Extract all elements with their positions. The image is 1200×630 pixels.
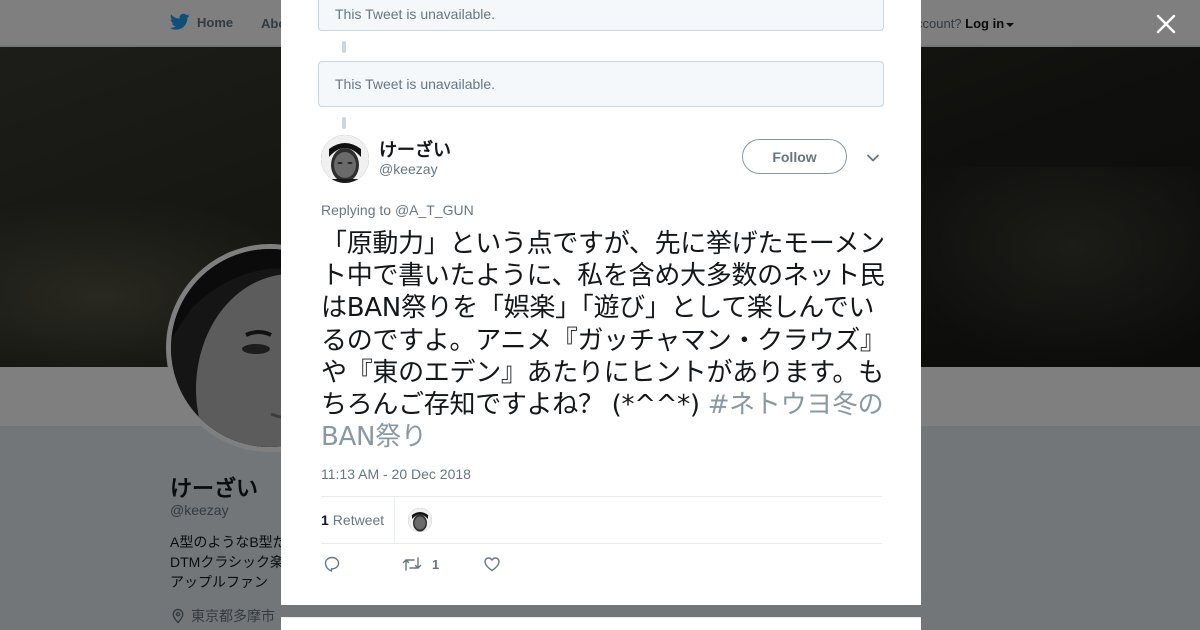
replying-mention-link[interactable]: @A_T_GUN (395, 202, 474, 218)
avatar-photo (321, 135, 369, 183)
reply-icon (324, 556, 340, 572)
close-button[interactable] (1152, 10, 1180, 38)
unavailable-text: This Tweet is unavailable. (335, 76, 496, 92)
heart-icon (484, 557, 500, 572)
retweeter-avatar[interactable] (408, 508, 432, 532)
thread-connector (342, 41, 346, 53)
reply-button[interactable] (323, 555, 341, 573)
tweet-actions: 1 (321, 555, 621, 577)
follow-button[interactable]: Follow (742, 139, 847, 174)
close-icon (1156, 14, 1176, 34)
retweet-stat-link[interactable]: 1 Retweet (321, 497, 396, 543)
replying-to-context: Replying to @A_T_GUN (321, 202, 474, 218)
unavailable-tweet-card: This Tweet is unavailable. (318, 0, 884, 31)
retweet-stat-label: Retweet (332, 512, 385, 528)
retweet-stat-count: 1 (321, 512, 329, 528)
avatar-photo (408, 508, 432, 532)
replying-prefix: Replying to (321, 202, 392, 218)
tweet-stats: 1 Retweet (321, 496, 882, 544)
retweet-icon (402, 557, 422, 571)
tweet-author-avatar[interactable] (321, 135, 369, 183)
unavailable-tweet-card: This Tweet is unavailable. (318, 61, 884, 107)
tweet-author-name[interactable]: けーざい (379, 136, 451, 162)
retweet-count: 1 (432, 556, 440, 572)
unavailable-text: This Tweet is unavailable. (335, 6, 496, 22)
tweet-timestamp[interactable]: 11:13 AM - 20 Dec 2018 (321, 466, 471, 482)
retweet-button[interactable]: 1 (402, 555, 439, 573)
tweet-author-handle[interactable]: @keezay (379, 161, 438, 177)
next-tweet-edge (281, 617, 921, 630)
tweet-modal: This Tweet is unavailable. This Tweet is… (281, 0, 921, 605)
chevron-down-icon (867, 154, 879, 162)
tweet-text: 「原動力」という点ですが、先に挙げたモーメント中で書いたように、私を含め大多数の… (321, 228, 887, 453)
more-options-button[interactable] (865, 150, 881, 166)
like-button[interactable] (483, 555, 501, 573)
thread-connector (342, 117, 346, 129)
